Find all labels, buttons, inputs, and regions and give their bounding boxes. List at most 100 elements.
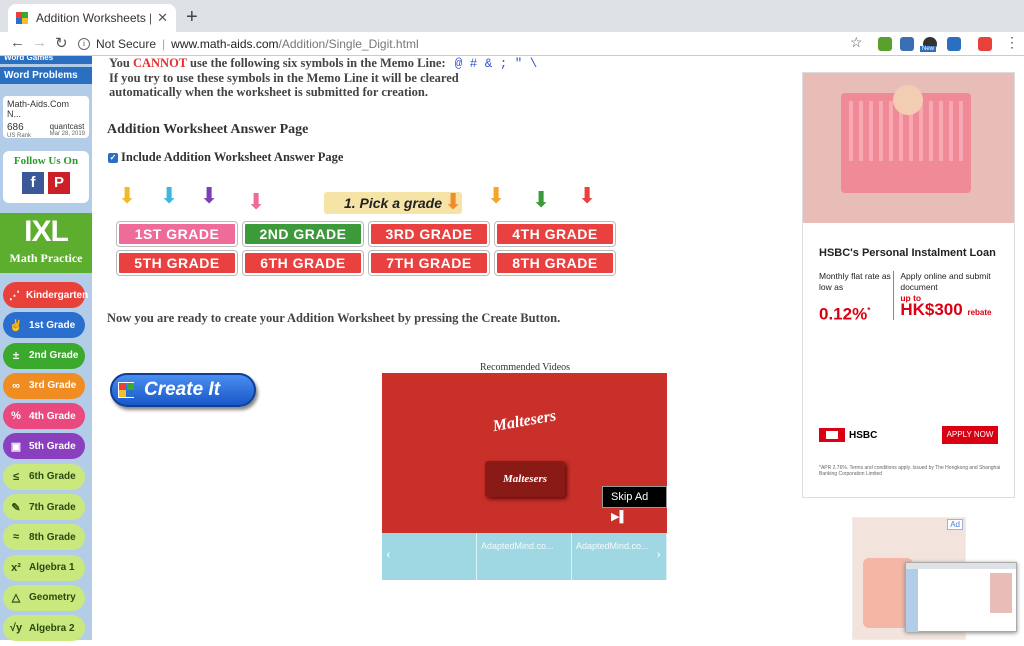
grade-label: Geometry: [29, 592, 76, 604]
arrow-down-icon: ⬇: [200, 184, 219, 209]
extension-icon-2[interactable]: [900, 37, 914, 51]
ixl-subtitle: Math Practice: [9, 251, 83, 265]
ad-title: HSBC's Personal Instalment Loan: [819, 247, 996, 259]
grade-label: 1st Grade: [29, 319, 76, 331]
rank-title: Math-Aids.Com N...: [7, 99, 70, 119]
reload-icon[interactable]: ↻: [55, 34, 68, 52]
hsbc-ad[interactable]: HSBC's Personal Instalment Loan Monthly …: [802, 72, 1015, 498]
ad-badge[interactable]: Ad: [947, 519, 963, 530]
bookmark-star-icon[interactable]: ☆: [850, 34, 863, 51]
grade-label: Kindergarten: [26, 289, 89, 301]
ad-rate-note: *: [867, 306, 871, 315]
sidebar-grade-button[interactable]: △ Geometry: [3, 584, 85, 611]
rank-number-label: US Rank: [7, 133, 32, 139]
tab-title: Addition Worksheets | Single D: [36, 11, 152, 25]
arrow-down-icon: ⬇: [487, 184, 506, 209]
grade-select-button[interactable]: 2ND GRADE: [243, 222, 363, 246]
facebook-icon[interactable]: f: [22, 172, 44, 194]
forward-icon[interactable]: →: [32, 34, 47, 51]
sidebar-grade-button[interactable]: ✌ 1st Grade: [3, 312, 85, 339]
sidebar-grade-button[interactable]: √y Algebra 2: [3, 615, 85, 642]
grade-icon: x²: [11, 561, 21, 574]
memo-symbols: @ # & ; " \: [454, 57, 538, 71]
close-tab-icon[interactable]: ✕: [157, 10, 168, 26]
sidebar-grade-button[interactable]: ≤6th Grade: [3, 463, 85, 490]
back-icon[interactable]: ←: [10, 34, 25, 51]
grade-icon: ∞: [12, 379, 20, 392]
sidebar-grade-button[interactable]: ✎ 7th Grade: [3, 494, 85, 521]
rank-widget[interactable]: Math-Aids.Com N... 686 US Rank quantcast…: [3, 96, 89, 139]
sidebar-grade-button[interactable]: ≈8th Grade: [3, 524, 85, 551]
grade-icon: ⋰: [9, 289, 20, 302]
memo-prefix: You: [109, 56, 130, 70]
rank-source: quantcast: [49, 122, 85, 131]
grade-label: 6th Grade: [29, 471, 76, 483]
grade-label: 5th Grade: [29, 440, 76, 452]
answer-page-checkbox[interactable]: ✓: [108, 152, 118, 163]
video-brand-logo: Maltesers: [491, 407, 558, 436]
grade-select-button[interactable]: 7TH GRADE: [369, 251, 489, 275]
site-favicon-icon: [16, 12, 28, 24]
ad-rebate-value: HK$300: [900, 300, 963, 319]
baby-image: [893, 85, 923, 115]
browser-tab[interactable]: Addition Worksheets | Single D ✕: [8, 4, 176, 32]
skip-ad-button[interactable]: Skip Ad ▶▌: [602, 486, 667, 523]
browser-menu-icon[interactable]: ⋮: [1005, 34, 1019, 51]
address-bar: ← → ↻ i Not Secure | www.math-aids.com /…: [0, 32, 1024, 56]
grade-select-button[interactable]: 4TH GRADE: [495, 222, 615, 246]
grade-label: 4th Grade: [29, 410, 76, 422]
arrow-down-icon: ⬇: [118, 184, 137, 209]
apply-now-button[interactable]: APPLY NOW: [942, 426, 998, 444]
video-thumbnail[interactable]: [382, 533, 477, 580]
info-icon[interactable]: i: [78, 38, 90, 50]
ready-instruction: Now you are ready to create your Additio…: [107, 311, 561, 325]
grade-label: Algebra 1: [29, 562, 75, 574]
main-content: You CANNOT use the following six symbols…: [92, 56, 792, 640]
create-worksheet-button[interactable]: Create It: [110, 373, 256, 407]
answer-page-option[interactable]: ✓ Include Addition Worksheet Answer Page: [108, 150, 344, 165]
url-separator: |: [162, 37, 166, 51]
grade-select-button[interactable]: 3RD GRADE: [369, 222, 489, 246]
sidebar-grade-button[interactable]: ±2nd Grade: [3, 342, 85, 369]
hsbc-brand-name: HSBC: [849, 429, 878, 441]
grade-select-button[interactable]: 6TH GRADE: [243, 251, 363, 275]
video-player[interactable]: Maltesers Maltesers Skip Ad ▶▌ ‹ Adapted…: [382, 373, 667, 580]
thumbnail-header: [906, 563, 1016, 569]
extension-icon-4[interactable]: [947, 37, 961, 51]
grade-select-button[interactable]: 1ST GRADE: [117, 222, 237, 246]
extension-icon-5[interactable]: [978, 37, 992, 51]
grade-list: ⋰ Kindergarten ✌ 1st Grade ±2nd Grade ∞ 3rd Gr…: [3, 282, 89, 646]
video-product-box: Maltesers: [485, 461, 565, 497]
create-icon: [118, 382, 134, 398]
arrow-down-icon: ⬇: [532, 188, 551, 213]
extension-icon-1[interactable]: [878, 37, 892, 51]
grade-picker: ⬇ ⬇ ⬇ ⬇ 1. Pick a grade ⬇ ⬇ ⬇ ⬇ 1ST GRAD…: [112, 184, 622, 280]
pinterest-icon[interactable]: P: [48, 172, 70, 194]
video-thumbnail[interactable]: AdaptedMind.co...: [477, 533, 572, 580]
video-thumbnail[interactable]: AdaptedMind.co...: [572, 533, 667, 580]
grade-icon: %: [11, 410, 21, 423]
grade-label: 3rd Grade: [29, 380, 77, 392]
grade-icon: ✌: [9, 319, 23, 332]
sidebar-grade-button[interactable]: % 4th Grade: [3, 403, 85, 430]
sidebar-link-word-games[interactable]: Word Games: [0, 56, 92, 64]
chevron-right-icon[interactable]: ›: [656, 547, 661, 563]
recommended-videos-label: Recommended Videos: [480, 362, 571, 373]
ixl-banner[interactable]: IXL Math Practice: [0, 213, 92, 273]
ad-apply-text: Apply online and submit document: [900, 271, 991, 292]
sidebar-grade-button[interactable]: x² Algebra 1: [3, 554, 85, 581]
grade-select-button[interactable]: 5TH GRADE: [117, 251, 237, 275]
sidebar-grade-button[interactable]: ▣ 5th Grade: [3, 433, 85, 460]
sidebar-grade-button[interactable]: ⋰ Kindergarten: [3, 282, 89, 308]
sidebar-link-word-problems[interactable]: Word Problems: [0, 67, 92, 84]
grade-select-button[interactable]: 8TH GRADE: [495, 251, 615, 275]
ad-fine-print: *APR 2.76%. Terms and conditions apply. …: [819, 465, 1001, 477]
sidebar-grade-button[interactable]: ∞ 3rd Grade: [3, 372, 85, 399]
tab-bar: Addition Worksheets | Single D ✕ +: [0, 0, 1024, 32]
new-badge: New: [920, 46, 937, 52]
new-tab-button[interactable]: +: [186, 6, 198, 29]
grade-label: 2nd Grade: [29, 350, 79, 362]
url-field[interactable]: i Not Secure | www.math-aids.com /Additi…: [78, 33, 878, 55]
screenshot-thumbnail[interactable]: [905, 562, 1017, 632]
grade-icon: √y: [9, 622, 23, 635]
